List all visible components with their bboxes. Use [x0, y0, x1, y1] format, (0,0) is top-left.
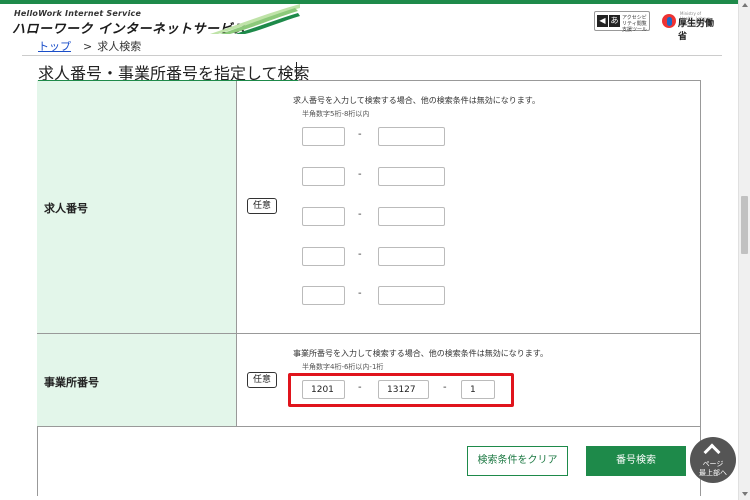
text-cursor — [296, 62, 297, 80]
scroll-to-top-button[interactable]: ページ 最上部へ — [690, 437, 736, 483]
job-number-part1-input-5[interactable] — [302, 286, 345, 305]
job-number-format: 半角数字5桁-8桁以内 — [302, 110, 370, 118]
office-number-format: 半角数字4桁-6桁以内-1桁 — [302, 363, 384, 371]
highlight-annotation — [288, 373, 514, 407]
breadcrumb-home-link[interactable]: トップ — [38, 40, 71, 53]
breadcrumb-current: 求人検索 — [97, 40, 142, 53]
job-number-part1-input-2[interactable] — [302, 167, 345, 186]
job-number-part2-input-3[interactable] — [378, 207, 445, 226]
dash: - — [358, 129, 362, 140]
scroll-top-label-2: 最上部へ — [699, 469, 727, 477]
ministry-name: 厚生労働省 — [678, 19, 715, 42]
speaker-icon: ◀ — [597, 15, 608, 27]
optional-badge: 任意 — [247, 372, 277, 388]
number-search-button[interactable]: 番号検索 — [586, 446, 686, 476]
job-number-note: 求人番号を入力して検索する場合、他の検索条件は無効になります。 — [293, 96, 540, 105]
ministry-mark-icon — [662, 14, 676, 28]
job-number-part1-input-1[interactable] — [302, 127, 345, 146]
job-number-part2-input-5[interactable] — [378, 286, 445, 305]
logo-swoosh-icon — [210, 4, 300, 34]
accessibility-label: アクセシビリティ閲覧支援ツール — [622, 15, 648, 33]
breadcrumb-separator: > — [83, 40, 93, 53]
site-header: HelloWork Internet Service ハローワーク インターネッ… — [0, 4, 738, 42]
scroll-up-arrow-icon[interactable] — [742, 3, 748, 7]
breadcrumb-divider — [22, 55, 722, 56]
dash: - — [358, 288, 362, 299]
dash: - — [358, 249, 362, 260]
job-number-label: 求人番号 — [44, 202, 88, 215]
scrollbar-thumb[interactable] — [741, 196, 748, 254]
dash: - — [358, 209, 362, 220]
dash: - — [358, 169, 362, 180]
office-number-label: 事業所番号 — [44, 376, 99, 389]
job-number-part2-input-1[interactable] — [378, 127, 445, 146]
job-number-part2-input-4[interactable] — [378, 247, 445, 266]
chevron-up-icon — [703, 443, 721, 461]
vertical-scrollbar[interactable] — [738, 0, 750, 500]
office-number-note: 事業所番号を入力して検索する場合、他の検索条件は無効になります。 — [293, 349, 548, 358]
breadcrumb: トップ > 求人検索 — [38, 38, 141, 54]
job-number-part1-input-3[interactable] — [302, 207, 345, 226]
job-number-part2-input-2[interactable] — [378, 167, 445, 186]
job-number-part1-input-4[interactable] — [302, 247, 345, 266]
logo-subtitle: HelloWork Internet Service — [14, 9, 142, 18]
title-underline — [38, 80, 298, 81]
clear-conditions-button[interactable]: 検索条件をクリア — [467, 446, 568, 476]
row-divider — [37, 426, 701, 427]
scroll-down-arrow-icon[interactable] — [742, 492, 748, 496]
text-icon: あ — [609, 15, 620, 27]
accessibility-tool-button[interactable]: ◀ あ アクセシビリティ閲覧支援ツール — [594, 11, 650, 33]
ministry-logo[interactable]: Ministry of Health, Labour and Welfare 厚… — [660, 11, 716, 42]
row-divider — [37, 333, 701, 334]
optional-badge: 任意 — [247, 198, 277, 214]
